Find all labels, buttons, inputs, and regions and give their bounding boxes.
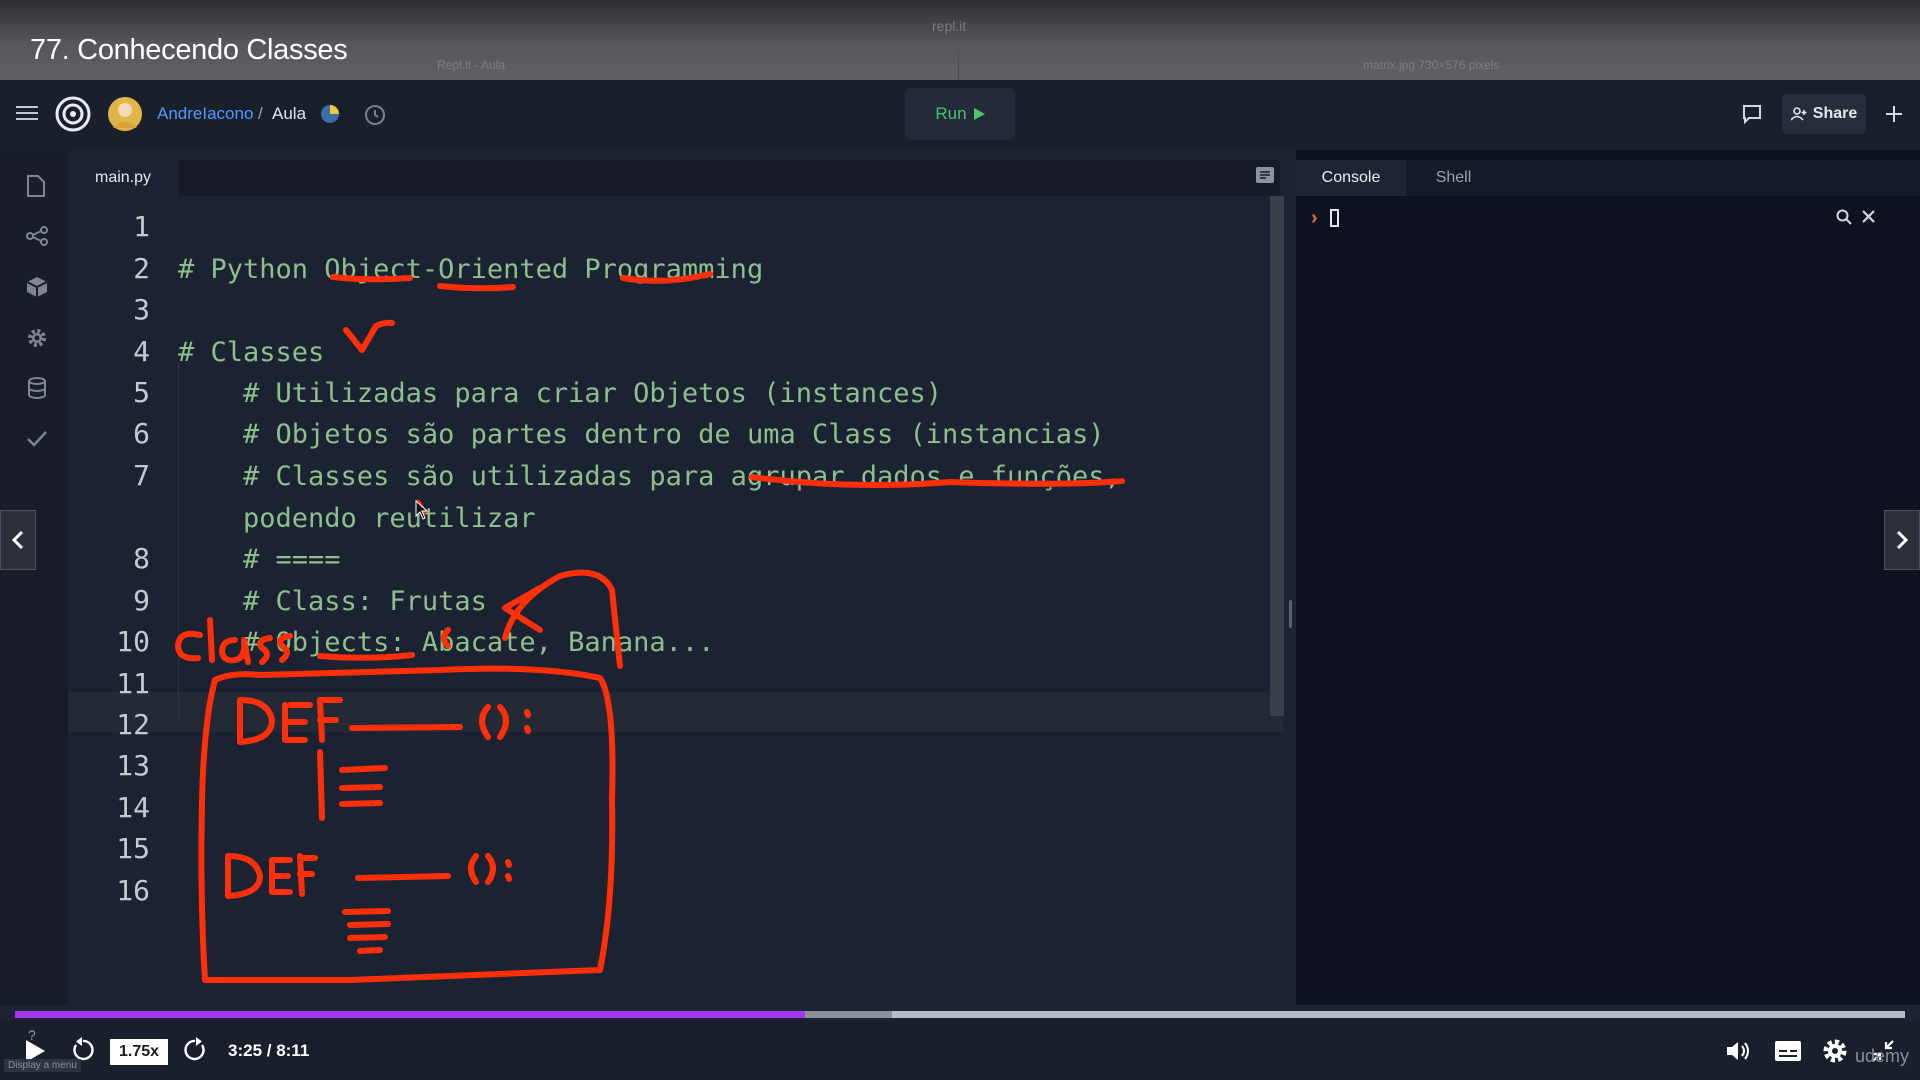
menu-tooltip: Display a menu bbox=[4, 1059, 81, 1072]
progress-played bbox=[15, 1011, 805, 1018]
def-1-strokes bbox=[237, 697, 531, 745]
forward-button[interactable] bbox=[182, 1037, 208, 1068]
handwriting-annotations bbox=[175, 271, 1125, 983]
volume-button[interactable] bbox=[1726, 1040, 1752, 1067]
captions-icon bbox=[1775, 1041, 1801, 1061]
def-2-strokes bbox=[225, 853, 512, 899]
time-display: 3:25 / 8:11 bbox=[228, 1041, 310, 1060]
gear-icon bbox=[1823, 1039, 1847, 1063]
arrow-stroke bbox=[441, 569, 623, 669]
captions-button[interactable] bbox=[1775, 1041, 1801, 1066]
mouse-pointer-icon bbox=[415, 500, 429, 520]
volume-icon bbox=[1727, 1042, 1749, 1060]
speed-button[interactable]: 1.75x bbox=[110, 1039, 168, 1065]
body-1-strokes bbox=[317, 749, 388, 821]
underline-strokes bbox=[317, 271, 1125, 661]
settings-button[interactable] bbox=[1822, 1038, 1848, 1069]
udemy-watermark: udemy bbox=[1855, 1046, 1910, 1066]
class-word-strokes bbox=[175, 617, 293, 665]
class-box bbox=[198, 665, 616, 983]
body-2-strokes bbox=[342, 908, 391, 954]
checkmark-stroke bbox=[343, 319, 395, 353]
forward-icon bbox=[184, 1037, 205, 1061]
